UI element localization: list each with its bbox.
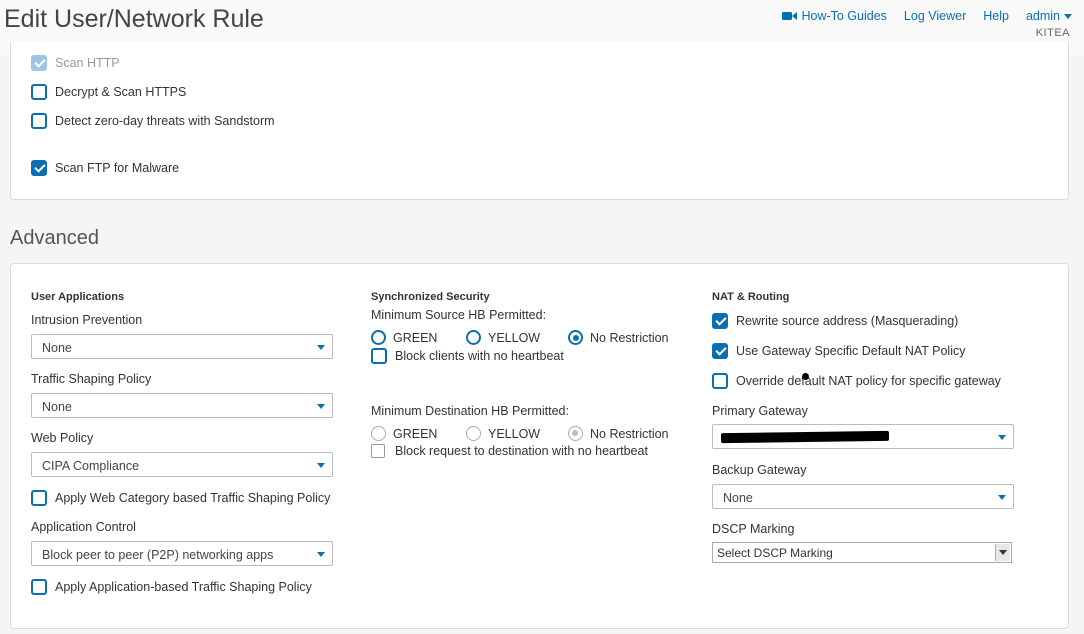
dst-green-radio[interactable] [371, 426, 386, 441]
decrypt-https-label: Decrypt & Scan HTTPS [55, 85, 187, 99]
app-ts-label: Apply Application-based Traffic Shaping … [55, 580, 312, 594]
decrypt-https-checkbox[interactable] [31, 84, 47, 100]
rewrite-source-option[interactable]: Rewrite source address (Masquerading) [712, 313, 958, 329]
primary-gateway-label: Primary Gateway [712, 404, 808, 418]
help-link[interactable]: Help [983, 9, 1009, 23]
dst-yellow-label: YELLOW [488, 426, 541, 441]
video-camera-icon [782, 12, 798, 20]
dropdown-arrow-icon [317, 345, 325, 350]
gateway-nat-option[interactable]: Use Gateway Specific Default NAT Policy [712, 343, 966, 359]
src-no-restriction-radio[interactable] [568, 330, 583, 345]
mouse-cursor [802, 373, 809, 380]
web-policy-label: Web Policy [31, 431, 94, 445]
block-clients-option[interactable]: Block clients with no heartbeat [371, 348, 564, 364]
src-yellow-option[interactable]: YELLOW [466, 330, 540, 345]
dst-no-restriction-option[interactable]: No Restriction [568, 426, 669, 441]
backup-gateway-select[interactable]: None [712, 484, 1014, 509]
gateway-nat-label: Use Gateway Specific Default NAT Policy [736, 344, 966, 358]
override-nat-checkbox[interactable] [712, 373, 728, 389]
advanced-section-title: Advanced [10, 227, 99, 249]
dst-yellow-radio[interactable] [466, 426, 481, 441]
user-name: admin [1025, 9, 1060, 23]
sync-security-heading: Synchronized Security [371, 291, 490, 303]
block-request-checkbox[interactable] [371, 444, 385, 458]
scan-ftp-option[interactable]: Scan FTP for Malware [31, 160, 179, 176]
block-request-label: Block request to destination with no hea… [395, 444, 648, 458]
intrusion-prevention-label: Intrusion Prevention [31, 313, 143, 327]
zero-day-label: Detect zero-day threats with Sandstorm [55, 114, 275, 128]
dscp-marking-select[interactable]: Select DSCP Marking [712, 542, 1012, 563]
chevron-down-icon [1064, 13, 1072, 19]
scan-http-label: Scan HTTP [55, 56, 120, 70]
src-green-option[interactable]: GREEN [371, 330, 437, 345]
dscp-marking-label: DSCP Marking [712, 522, 795, 536]
gateway-nat-checkbox[interactable] [712, 343, 728, 359]
dst-green-label: GREEN [393, 426, 438, 441]
dropdown-arrow-icon [317, 463, 325, 468]
dropdown-arrow-icon [998, 435, 1006, 440]
block-clients-label: Block clients with no heartbeat [395, 349, 564, 363]
traffic-shaping-value: None [42, 400, 72, 414]
redacted-value [720, 430, 890, 444]
application-control-value: Block peer to peer (P2P) networking apps [42, 548, 274, 562]
dst-no-restriction-label: No Restriction [590, 426, 669, 441]
user-menu[interactable]: admin [1026, 9, 1072, 23]
src-green-radio[interactable] [371, 330, 386, 345]
web-category-ts-option[interactable]: Apply Web Category based Traffic Shaping… [31, 490, 330, 506]
min-source-hb-label: Minimum Source HB Permitted: [371, 308, 547, 322]
page-title: Edit User/Network Rule [4, 5, 264, 33]
dropdown-arrow-icon [998, 495, 1006, 500]
dropdown-arrow-icon [317, 552, 325, 557]
decrypt-https-option[interactable]: Decrypt & Scan HTTPS [31, 84, 186, 100]
scan-http-checkbox[interactable] [31, 55, 47, 71]
app-ts-checkbox[interactable] [31, 579, 47, 595]
rewrite-source-checkbox[interactable] [712, 313, 728, 329]
rewrite-source-label: Rewrite source address (Masquerading) [736, 314, 959, 328]
scan-ftp-label: Scan FTP for Malware [55, 161, 180, 175]
src-green-label: GREEN [393, 330, 438, 345]
dscp-marking-value: Select DSCP Marking [717, 546, 833, 560]
primary-gateway-select[interactable] [712, 424, 1014, 449]
web-category-ts-label: Apply Web Category based Traffic Shaping… [55, 491, 331, 505]
dropdown-arrow-icon [317, 404, 325, 409]
override-nat-label: Override default NAT policy for specific… [736, 374, 1001, 388]
web-policy-value: CIPA Compliance [42, 459, 140, 473]
dst-no-restriction-radio[interactable] [568, 426, 583, 441]
override-nat-option[interactable]: Override default NAT policy for specific… [712, 373, 1001, 389]
intrusion-prevention-value: None [42, 341, 72, 355]
traffic-shaping-label: Traffic Shaping Policy [31, 372, 152, 386]
how-to-guides-label: How-To Guides [801, 9, 887, 23]
scan-ftp-checkbox[interactable] [31, 160, 47, 176]
top-nav: How-To Guides Log Viewer Help admin [782, 9, 1072, 23]
src-yellow-label: YELLOW [488, 330, 541, 345]
web-policy-select[interactable]: CIPA Compliance [31, 452, 333, 477]
src-no-restriction-option[interactable]: No Restriction [568, 330, 669, 345]
dst-green-option[interactable]: GREEN [371, 426, 437, 441]
app-ts-option[interactable]: Apply Application-based Traffic Shaping … [31, 579, 312, 595]
dst-yellow-option[interactable]: YELLOW [466, 426, 540, 441]
intrusion-prevention-select[interactable]: None [31, 334, 333, 359]
zero-day-option[interactable]: Detect zero-day threats with Sandstorm [31, 113, 275, 129]
web-category-ts-checkbox[interactable] [31, 490, 47, 506]
how-to-guides-link[interactable]: How-To Guides [782, 9, 887, 23]
application-control-label: Application Control [31, 520, 136, 534]
src-yellow-radio[interactable] [466, 330, 481, 345]
zero-day-checkbox[interactable] [31, 113, 47, 129]
scan-http-option[interactable]: Scan HTTP [31, 55, 120, 71]
src-no-restriction-label: No Restriction [590, 330, 669, 345]
block-request-option[interactable]: Block request to destination with no hea… [371, 444, 648, 458]
log-viewer-link[interactable]: Log Viewer [904, 9, 966, 23]
nat-routing-heading: NAT & Routing [712, 291, 790, 303]
application-control-select[interactable]: Block peer to peer (P2P) networking apps [31, 541, 333, 566]
block-clients-checkbox[interactable] [371, 348, 387, 364]
backup-gateway-label: Backup Gateway [712, 463, 807, 477]
traffic-shaping-select[interactable]: None [31, 393, 333, 418]
user-applications-heading: User Applications [31, 291, 125, 303]
org-name: KITEA [1035, 27, 1070, 39]
dropdown-arrow-icon [995, 544, 1010, 561]
backup-gateway-value: None [723, 491, 753, 505]
min-destination-hb-label: Minimum Destination HB Permitted: [371, 404, 569, 418]
